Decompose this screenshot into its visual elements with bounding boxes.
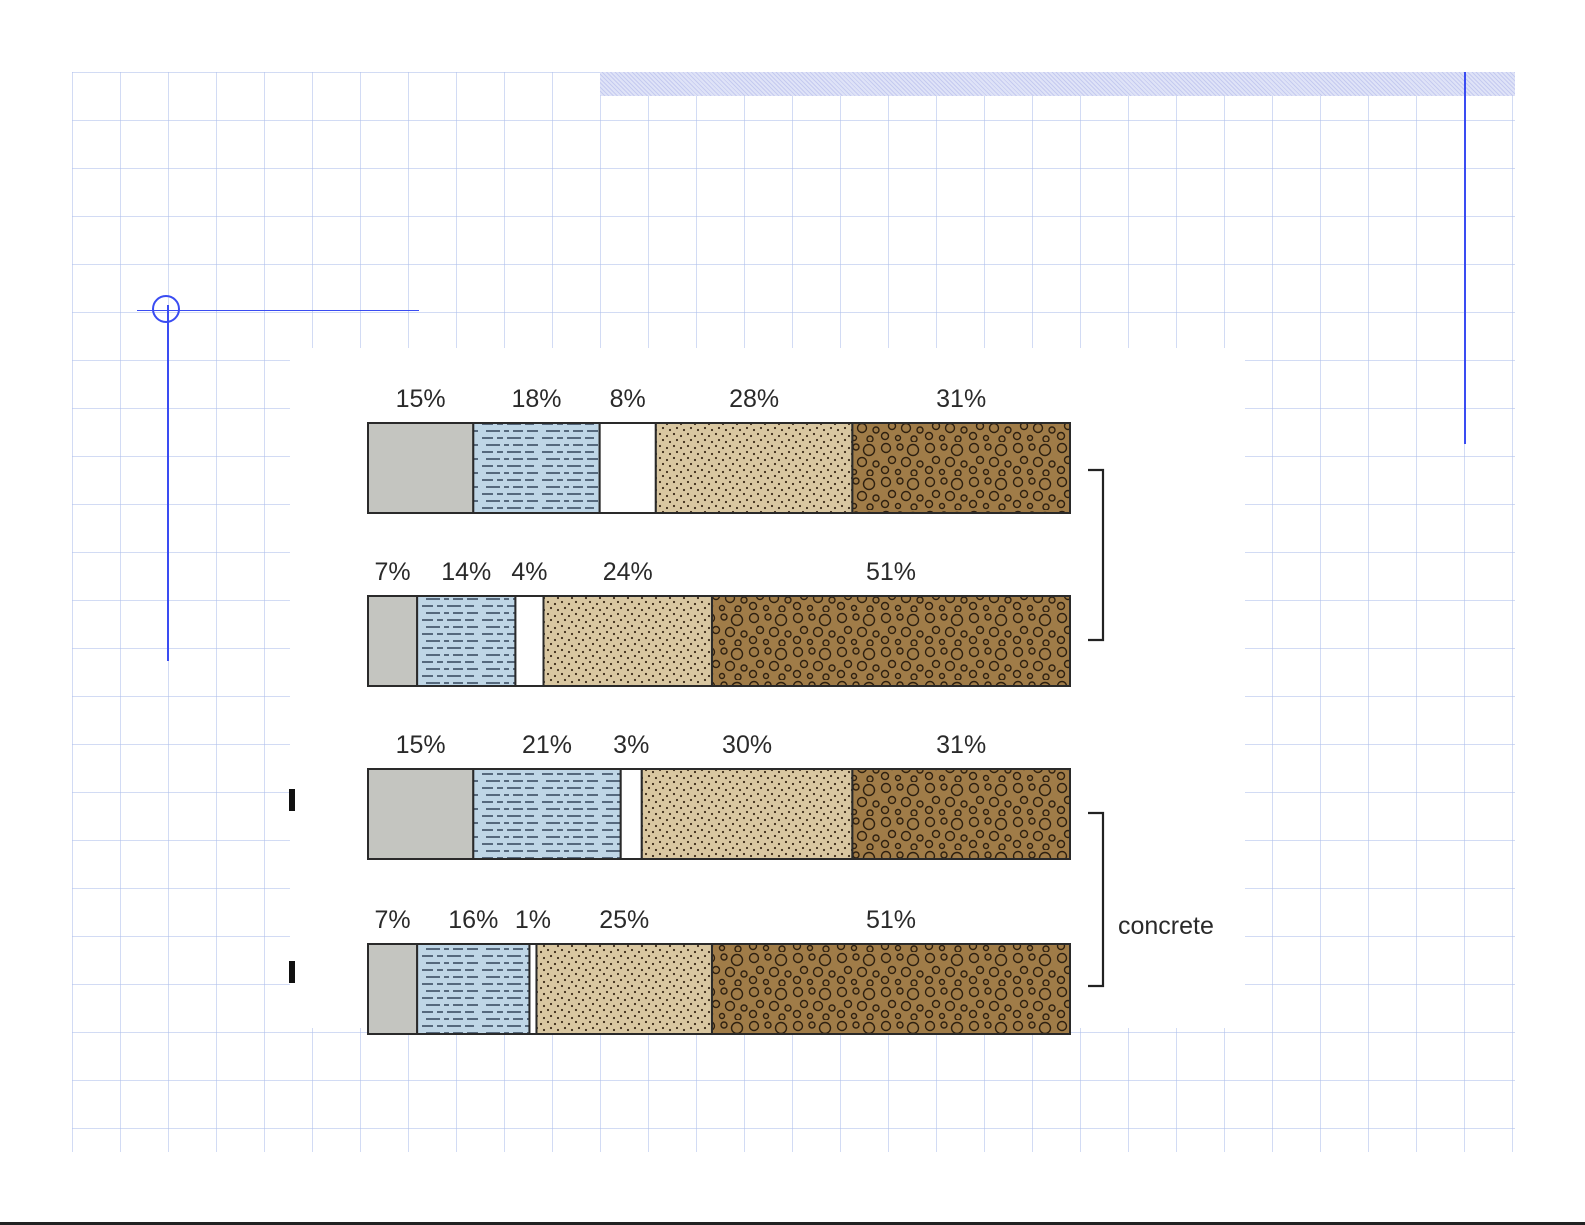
bar-4-water-segment: [416, 943, 531, 1035]
bar-3-cement-segment: [367, 768, 475, 860]
bar-4-sand-label: 25%: [599, 906, 649, 934]
bracket-top: [1088, 468, 1105, 642]
bar-2-cement-segment: [367, 595, 419, 687]
bar-4-cement-segment: [367, 943, 419, 1035]
bar-4-sand-segment: [535, 943, 713, 1035]
bar-2-sand-segment: [542, 595, 713, 687]
brackets-layer: [1088, 468, 1105, 988]
bar-1-air-label: 8%: [610, 385, 646, 413]
stacked-bar-chart: 15% 18% 8% 28% 31% 7% 14% 4% 24% 51% 15% 21% 3% 30% 31…: [367, 385, 1105, 1035]
bar-2-air-segment: [514, 595, 545, 687]
bar-4-cement-label: 7%: [374, 906, 410, 934]
bar-3-cement-label: 15%: [396, 731, 446, 759]
bracket-bottom: [1088, 811, 1105, 988]
bar-1-gravel-segment: [851, 422, 1071, 514]
mix-proportions-figure: 15% 18% 8% 28% 31% 7% 14% 4% 24% 51% 15% 21% 3% 30% 31…: [0, 0, 1585, 1225]
bar-2-gravel-label: 51%: [866, 558, 916, 586]
bar-4-air-label: 1%: [515, 906, 551, 934]
bar-1-gravel-label: 31%: [936, 385, 986, 413]
bar-1-water-segment: [472, 422, 601, 514]
bar-4-gravel-label: 51%: [866, 906, 916, 934]
bar-2-gravel-segment: [710, 595, 1071, 687]
bars-layer: [367, 422, 1071, 1035]
bar-3-gravel-label: 31%: [936, 731, 986, 759]
bar-2-cement-label: 7%: [374, 558, 410, 586]
bar-3-gravel-segment: [851, 768, 1071, 860]
bar-1-sand-label: 28%: [729, 385, 779, 413]
bar-1-cement-segment: [367, 422, 475, 514]
bar-1-cement-label: 15%: [396, 385, 446, 413]
bar-4-water-label: 16%: [448, 906, 498, 934]
bar-3-water-segment: [472, 768, 622, 860]
bar-1-water-label: 18%: [511, 385, 561, 413]
bar-3-water-label: 21%: [522, 731, 572, 759]
bar-3-sand-segment: [640, 768, 854, 860]
bar-3-air-label: 3%: [613, 731, 649, 759]
bar-4-gravel-segment: [710, 943, 1071, 1035]
bar-2-sand-label: 24%: [603, 558, 653, 586]
bar-1-air-segment: [598, 422, 657, 514]
bar-2-water-label: 14%: [441, 558, 491, 586]
annotation-concrete: concrete: [1118, 912, 1214, 940]
bar-1-sand-segment: [654, 422, 854, 514]
bar-2-air-label: 4%: [511, 558, 547, 586]
bar-2-water-segment: [416, 595, 517, 687]
bar-3-sand-label: 30%: [722, 731, 772, 759]
bar-3-air-segment: [619, 768, 643, 860]
bar-4-air-segment: [528, 943, 538, 1035]
